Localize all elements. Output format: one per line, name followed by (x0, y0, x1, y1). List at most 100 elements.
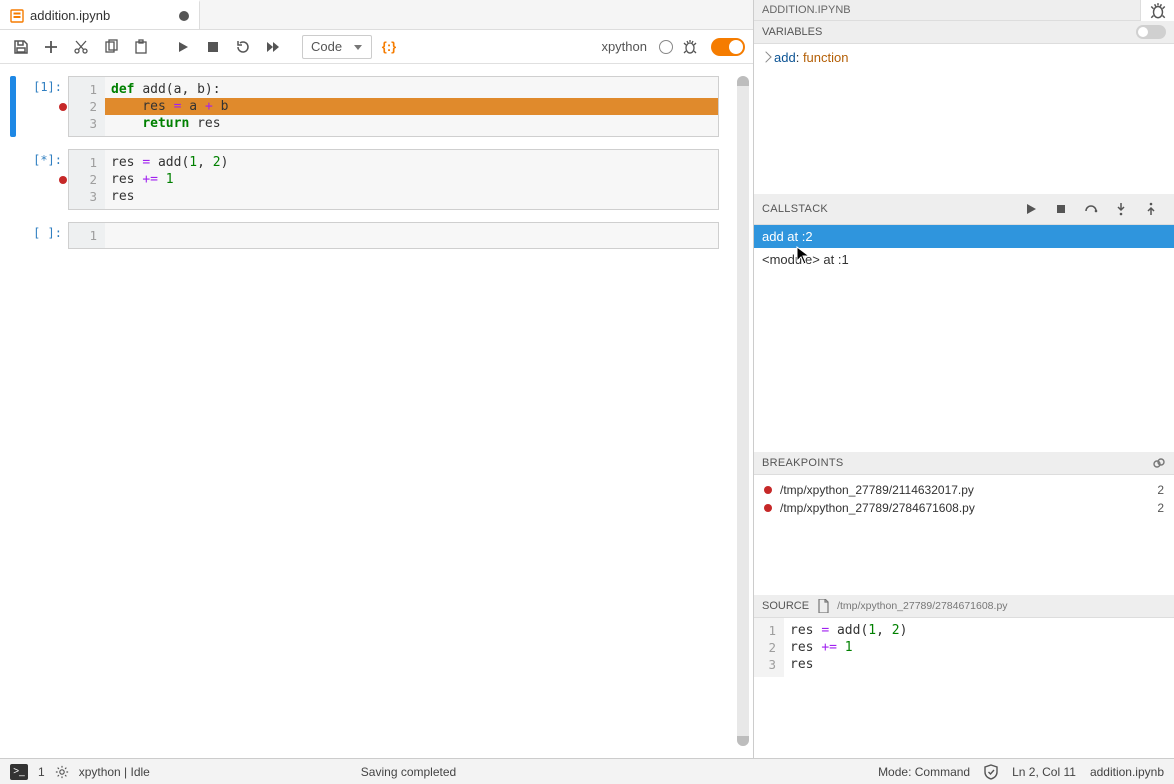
tab-title: addition.ipynb (30, 8, 110, 23)
cell-editor[interactable]: 123res = add(1, 2)res += 1res (68, 149, 719, 210)
notebook-cell[interactable]: [1]:123def add(a, b): res = a + b return… (10, 76, 739, 137)
tab-bar: addition.ipynb (0, 0, 753, 30)
kernel-status-icon (659, 40, 673, 54)
scroll-arrow-up[interactable] (737, 76, 749, 86)
save-button[interactable] (8, 34, 34, 60)
chevron-right-icon (760, 51, 771, 62)
breakpoint-path: /tmp/xpython_27789/2114632017.py (780, 483, 974, 497)
breakpoints-header[interactable]: BREAKPOINTS (754, 452, 1174, 475)
trusted-icon[interactable] (984, 764, 998, 780)
debugger-indicator-icon[interactable] (677, 34, 703, 60)
variable-type: function (803, 50, 849, 65)
debugger-toggle[interactable] (711, 38, 745, 56)
debug-file-header: ADDITION.IPYNB (754, 0, 1140, 21)
celltype-select[interactable]: Code (302, 35, 372, 59)
notebook-scrollbar[interactable] (737, 76, 749, 746)
source-path: /tmp/xpython_27789/2784671608.py (837, 600, 1007, 612)
notebook-cell[interactable]: [*]:123res = add(1, 2)res += 1res (10, 149, 739, 210)
file-icon (817, 599, 829, 613)
restart-button[interactable] (230, 34, 256, 60)
breakpoint-row[interactable]: /tmp/xpython_27789/2784671608.py 2 (754, 499, 1174, 517)
stop-button[interactable] (200, 34, 226, 60)
code-line[interactable] (105, 227, 718, 244)
callstack-label: CALLSTACK (762, 203, 828, 215)
breakpoint-dot[interactable] (764, 486, 772, 494)
scroll-arrow-down[interactable] (737, 736, 749, 746)
notebook-icon (10, 9, 24, 23)
terminal-icon[interactable]: >_ (10, 764, 28, 780)
paste-button[interactable] (128, 34, 154, 60)
format-button[interactable]: {:} (376, 34, 402, 60)
step-out-button[interactable] (1140, 198, 1162, 220)
code-line[interactable]: return res (105, 115, 718, 132)
source-gutter-line[interactable]: 3 (758, 656, 780, 673)
step-in-button[interactable] (1110, 198, 1132, 220)
code-line[interactable]: res += 1 (105, 171, 718, 188)
notebook-area[interactable]: [1]:123def add(a, b): res = a + b return… (0, 64, 753, 758)
notebook-cell[interactable]: [ ]:1 (10, 222, 739, 249)
step-over-button[interactable] (1080, 198, 1102, 220)
cell-editor[interactable]: 123def add(a, b): res = a + b return res (68, 76, 719, 137)
breakpoint-line: 2 (1149, 501, 1164, 515)
source-gutter-line[interactable]: 1 (758, 622, 780, 639)
code-area[interactable]: def add(a, b): res = a + b return res (105, 77, 718, 136)
cell-activity-bar (10, 149, 16, 210)
kernel-name[interactable]: xpython (595, 39, 653, 54)
terminate-button[interactable] (1050, 198, 1072, 220)
celltype-value: Code (311, 39, 342, 54)
source-gutter-line[interactable]: 2 (758, 639, 780, 656)
debug-sidebar-icon[interactable] (1140, 0, 1174, 21)
cell-activity-bar (10, 76, 16, 137)
breakpoints-label: BREAKPOINTS (762, 457, 844, 469)
notebook-toolbar: Code {:} xpython (0, 30, 753, 64)
notebook-tab[interactable]: addition.ipynb (0, 0, 200, 29)
variable-row[interactable]: add: function (762, 50, 1166, 65)
terminals-count[interactable]: 1 (38, 765, 45, 779)
run-all-button[interactable] (260, 34, 286, 60)
variable-name: add (774, 50, 796, 65)
code-line[interactable]: res (105, 188, 718, 205)
save-status: Saving completed (361, 765, 456, 779)
breakpoint-row[interactable]: /tmp/xpython_27789/2114632017.py2 (754, 481, 1174, 499)
cursor-position: Ln 2, Col 11 (1012, 765, 1076, 779)
variables-label: VARIABLES (754, 21, 830, 43)
breakpoint-dot[interactable] (764, 504, 772, 512)
copy-button[interactable] (98, 34, 124, 60)
breakpoint-dot[interactable] (59, 103, 67, 111)
debug-panel: ADDITION.IPYNB VARIABLES add: function C… (754, 0, 1174, 758)
breakpoint-dot[interactable] (59, 176, 67, 184)
code-area[interactable] (105, 223, 718, 248)
status-bar: >_ 1 xpython | Idle Saving completed Mod… (0, 758, 1174, 784)
kernel-status: xpython | Idle (79, 765, 150, 779)
code-line[interactable]: def add(a, b): (105, 81, 718, 98)
code-line[interactable]: res = add(1, 2) (105, 154, 718, 171)
status-filename: addition.ipynb (1090, 765, 1164, 779)
line-gutter[interactable]: 123 (69, 77, 105, 136)
cell-prompt: [ ]: (20, 222, 68, 249)
tab-dirty-dot (179, 11, 189, 21)
variables-body: add: function (754, 44, 1174, 194)
settings-icon[interactable] (55, 765, 69, 779)
line-gutter[interactable]: 123 (69, 150, 105, 209)
source-label: SOURCE (762, 600, 809, 612)
run-button[interactable] (170, 34, 196, 60)
continue-button[interactable] (1020, 198, 1042, 220)
cell-editor[interactable]: 1 (68, 222, 719, 249)
code-area[interactable]: res = add(1, 2)res += 1res (105, 150, 718, 209)
cut-button[interactable] (68, 34, 94, 60)
breakpoint-path: /tmp/xpython_27789/2784671608.py (780, 501, 975, 515)
code-line[interactable]: res = a + b (105, 98, 718, 115)
cell-activity-bar (10, 222, 16, 249)
line-gutter[interactable]: 1 (69, 223, 105, 248)
debug-file-label: ADDITION.IPYNB (762, 4, 851, 16)
breakpoints-clear-icon[interactable] (1152, 456, 1166, 470)
insert-cell-button[interactable] (38, 34, 64, 60)
source-line: res (790, 656, 1168, 673)
variables-filter-toggle[interactable] (1136, 25, 1166, 39)
callstack-frame[interactable]: add at :2 (754, 225, 1174, 248)
variables-header[interactable]: VARIABLES (754, 21, 1174, 44)
callstack-header[interactable]: CALLSTACK (754, 194, 1174, 225)
callstack-frame[interactable]: <module> at :1 (754, 248, 1174, 271)
mode-status: Mode: Command (878, 765, 970, 779)
source-header[interactable]: SOURCE /tmp/xpython_27789/2784671608.py (754, 595, 1174, 618)
